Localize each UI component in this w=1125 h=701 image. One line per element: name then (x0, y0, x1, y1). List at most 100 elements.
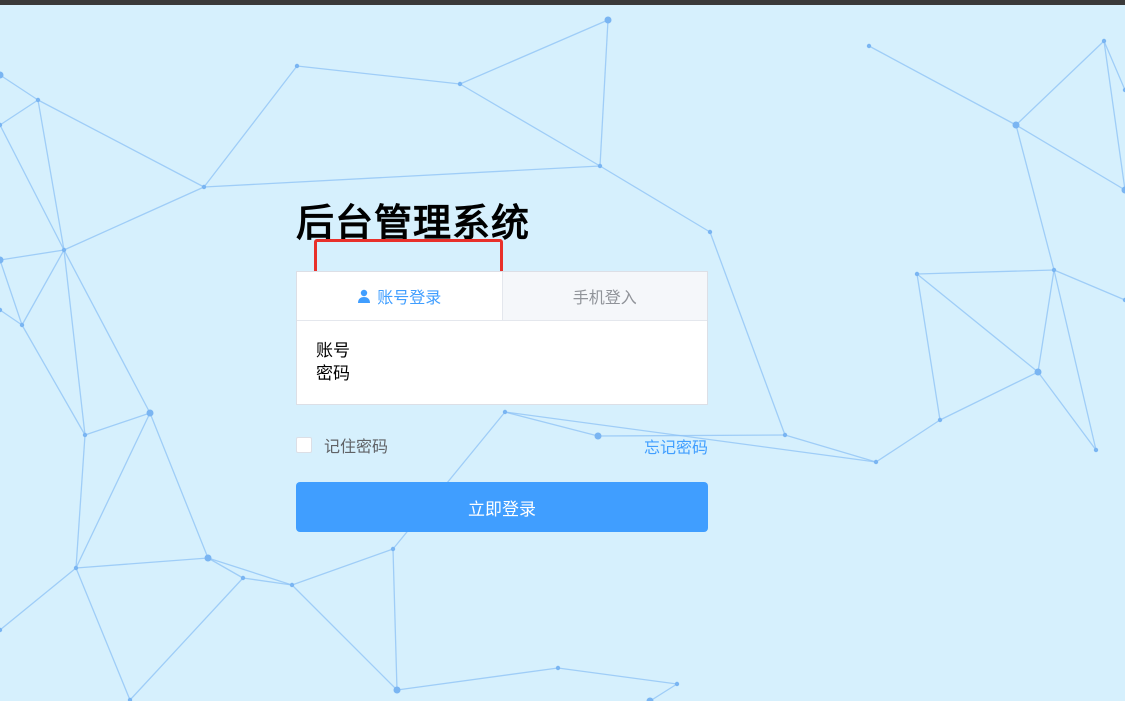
login-page: 后台管理系统 账号登录 手机登入 账号 密码 记住密码 忘记密码 立即登录 (0, 0, 1125, 701)
forgot-password-link[interactable]: 忘记密码 (644, 434, 708, 458)
network-line (1103, 40, 1125, 191)
network-line (63, 249, 86, 436)
network-line (0, 309, 23, 326)
tab-account-login-label: 账号登录 (377, 288, 442, 307)
network-node (73, 565, 79, 571)
network-node (866, 43, 872, 49)
network-node (393, 686, 401, 694)
network-node (604, 16, 612, 24)
network-line (242, 577, 293, 586)
network-line (599, 165, 711, 233)
network-line (75, 412, 151, 569)
network-line (1015, 124, 1055, 271)
network-line (784, 434, 877, 463)
remember-password-toggle[interactable]: 记住密码 (296, 433, 388, 457)
network-line (459, 19, 609, 85)
network-line (875, 419, 941, 463)
network-line (916, 269, 1055, 275)
network-node (289, 582, 295, 588)
network-node (502, 409, 508, 415)
network-line (1015, 124, 1125, 191)
remember-password-checkbox[interactable] (296, 437, 312, 453)
network-node (390, 546, 396, 552)
password-field[interactable]: 密码 (316, 363, 350, 386)
network-line (75, 557, 209, 569)
network-line (84, 412, 151, 436)
login-options-row: 记住密码 忘记密码 (296, 433, 708, 457)
network-line (0, 259, 23, 326)
network-line (392, 548, 398, 691)
login-button[interactable]: 立即登录 (296, 482, 708, 532)
network-node (457, 81, 463, 87)
network-node (61, 247, 67, 253)
network-line (939, 371, 1039, 421)
remember-password-label: 记住密码 (324, 437, 389, 456)
network-line (37, 99, 65, 251)
network-node (204, 554, 212, 562)
tab-account-login[interactable]: 账号登录 (297, 272, 502, 320)
network-node (82, 432, 88, 438)
network-node (597, 163, 603, 169)
network-node (914, 271, 920, 277)
network-node (294, 63, 300, 69)
network-line (75, 567, 131, 701)
network-node (707, 229, 713, 235)
network-line (0, 124, 65, 251)
login-tabs: 账号登录 手机登入 (297, 272, 707, 321)
network-node (1012, 121, 1020, 129)
login-card: 账号登录 手机登入 账号 密码 (296, 271, 708, 405)
network-line (37, 99, 205, 188)
network-line (291, 548, 394, 586)
network-node (240, 575, 246, 581)
user-icon (358, 289, 371, 303)
network-node (1034, 368, 1042, 376)
network-line (149, 412, 209, 559)
network-line (0, 74, 39, 101)
network-line (557, 667, 678, 685)
network-line (868, 45, 1017, 126)
network-line (1053, 269, 1125, 301)
login-form: 账号 密码 (316, 340, 350, 386)
network-line (649, 683, 678, 701)
network-line (296, 65, 461, 85)
network-line (75, 434, 86, 569)
network-node (674, 681, 680, 687)
network-line (207, 557, 293, 586)
network-line (0, 99, 39, 126)
network-node (782, 432, 788, 438)
network-line (599, 19, 609, 167)
network-line (203, 165, 601, 188)
network-line (459, 83, 601, 167)
network-node (201, 184, 207, 190)
network-node (0, 256, 4, 264)
network-node (35, 97, 41, 103)
network-node (146, 409, 154, 417)
network-line (0, 249, 65, 261)
network-node (1101, 38, 1107, 44)
network-line (63, 186, 205, 251)
network-line (21, 324, 86, 436)
network-node (873, 459, 879, 465)
network-line (129, 577, 244, 701)
network-line (1053, 269, 1097, 451)
network-line (63, 249, 151, 414)
network-line (21, 249, 65, 326)
network-line (709, 231, 786, 436)
network-line (916, 273, 1039, 373)
network-node (555, 665, 561, 671)
network-node (937, 417, 943, 423)
network-line (396, 667, 559, 691)
network-line (291, 584, 398, 691)
network-line (1037, 269, 1055, 373)
account-field[interactable]: 账号 (316, 340, 350, 363)
network-node (1093, 447, 1099, 453)
network-line (203, 65, 298, 188)
network-line (0, 567, 77, 631)
network-line (1015, 40, 1105, 126)
network-node (1051, 267, 1057, 273)
network-node (646, 697, 654, 701)
tab-phone-login[interactable]: 手机登入 (501, 272, 707, 320)
tab-phone-login-label: 手机登入 (572, 288, 637, 307)
network-line (916, 273, 941, 421)
network-node (19, 322, 25, 328)
